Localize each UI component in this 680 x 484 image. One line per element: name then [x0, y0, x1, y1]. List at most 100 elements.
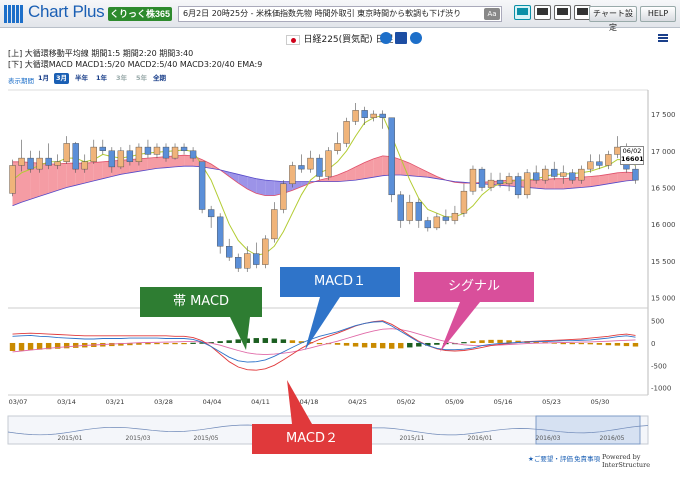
- callout-pointer-obi: [230, 317, 250, 350]
- obi-bar: [361, 342, 368, 348]
- obi-bar: [379, 342, 386, 349]
- last-price-value: 16601: [621, 155, 644, 163]
- date-tick-label: 04/25: [348, 398, 367, 406]
- chart-canvas[interactable]: 17 500 17 000 16 500 16 000 15 500 15 000 500 0…: [0, 0, 680, 484]
- date-tick-label: 03/21: [106, 398, 125, 406]
- obi-bar: [289, 340, 296, 343]
- candle-body: [397, 194, 404, 221]
- candle-body: [63, 143, 70, 162]
- candle-body: [514, 176, 522, 196]
- candle-body: [578, 168, 585, 181]
- candle-body: [271, 209, 278, 240]
- macd1-line: [12, 321, 636, 363]
- candle-body: [406, 201, 413, 221]
- candle-body: [45, 157, 52, 166]
- candle-body: [117, 150, 125, 168]
- obi-bar: [63, 342, 70, 349]
- cloud-segment: [418, 167, 428, 178]
- date-tick-label: 03/07: [9, 398, 28, 406]
- candle-body: [460, 190, 468, 214]
- navigator-tick-label: 2016/05: [600, 435, 625, 442]
- candle-body: [226, 246, 233, 258]
- last-price-date: 06/02: [622, 147, 642, 155]
- callout-macd1: MACD１: [280, 267, 400, 297]
- obi-bar: [569, 342, 575, 345]
- candle-body: [442, 216, 450, 221]
- candle-body: [207, 209, 215, 218]
- date-tick-label: 05/23: [542, 398, 561, 406]
- navigator-tick-label: 2015/11: [400, 435, 425, 442]
- candle-body: [171, 146, 179, 159]
- cloud-segment: [373, 155, 383, 178]
- candle-body: [569, 172, 576, 181]
- obi-bar: [596, 342, 603, 345]
- obi-bar: [163, 342, 169, 345]
- obi-bar: [190, 342, 196, 344]
- cloud-segment: [57, 163, 67, 191]
- feedback-link[interactable]: ★ご要望・評価: [528, 453, 573, 463]
- date-tick-label: 05/09: [445, 398, 464, 406]
- candle-body: [551, 168, 558, 177]
- obi-bar: [271, 338, 278, 343]
- candle-body: [54, 161, 61, 166]
- obi-bar: [18, 342, 25, 351]
- candle-body: [108, 150, 116, 168]
- candle-body: [9, 165, 16, 194]
- candle-body: [433, 216, 441, 229]
- candle-body: [505, 176, 513, 185]
- candle-body: [307, 157, 314, 170]
- obi-bar: [172, 342, 178, 345]
- obi-bar: [416, 342, 422, 347]
- candle-body: [144, 146, 152, 155]
- callout-macd2: MACD２: [252, 424, 372, 454]
- obi-bar: [578, 342, 585, 345]
- candle-body: [343, 121, 350, 144]
- obi-bar: [253, 338, 259, 343]
- cloud-segment: [265, 180, 275, 196]
- obi-bar: [587, 342, 594, 345]
- obi-bar: [488, 339, 494, 343]
- candle-body: [587, 161, 594, 170]
- candle-body: [478, 168, 486, 188]
- candle-body: [81, 161, 88, 170]
- callout-signal: シグナル: [414, 272, 534, 302]
- candle-body: [361, 110, 368, 118]
- date-tick-label: 05/02: [397, 398, 416, 406]
- macd-tick-label: -1000: [651, 385, 671, 393]
- candle-body: [244, 253, 251, 269]
- obi-bar: [623, 342, 630, 347]
- price-tick-label: 15 000: [651, 295, 676, 303]
- candle-body: [415, 201, 422, 221]
- date-tick-label: 05/16: [494, 398, 513, 406]
- price-tick-label: 16 500: [651, 184, 676, 192]
- candle-body: [388, 117, 395, 196]
- obi-bar: [154, 342, 160, 345]
- disclaimer-link[interactable]: 免責事項: [574, 453, 600, 463]
- obi-bar: [226, 340, 232, 343]
- obi-bar: [9, 342, 16, 351]
- candle-body: [424, 220, 432, 229]
- navigator-tick-label: 2015/01: [58, 435, 83, 442]
- candle-body: [180, 146, 188, 151]
- candle-body: [253, 253, 260, 265]
- candle-body: [153, 146, 161, 155]
- candle-body: [487, 179, 495, 188]
- date-tick-label: 03/14: [57, 398, 76, 406]
- candle-body: [632, 168, 639, 181]
- obi-bar: [217, 341, 223, 343]
- candle-body: [280, 183, 287, 210]
- date-tick-label: 04/18: [300, 398, 319, 406]
- obi-bar: [614, 342, 621, 346]
- candle-body: [496, 179, 504, 185]
- price-tick-label: 17 500: [651, 111, 676, 119]
- date-tick-label: 03/28: [154, 398, 173, 406]
- candle-body: [90, 146, 97, 162]
- navigator-tick-label: 2016/01: [468, 435, 493, 442]
- macd2-line: [12, 320, 636, 371]
- macd-tick-label: 500: [651, 318, 664, 326]
- candle-body: [298, 165, 305, 170]
- obi-bar: [497, 339, 503, 343]
- date-tick-label: 04/11: [251, 398, 270, 406]
- macd-tick-label: -500: [651, 362, 667, 370]
- candle-body: [325, 150, 332, 177]
